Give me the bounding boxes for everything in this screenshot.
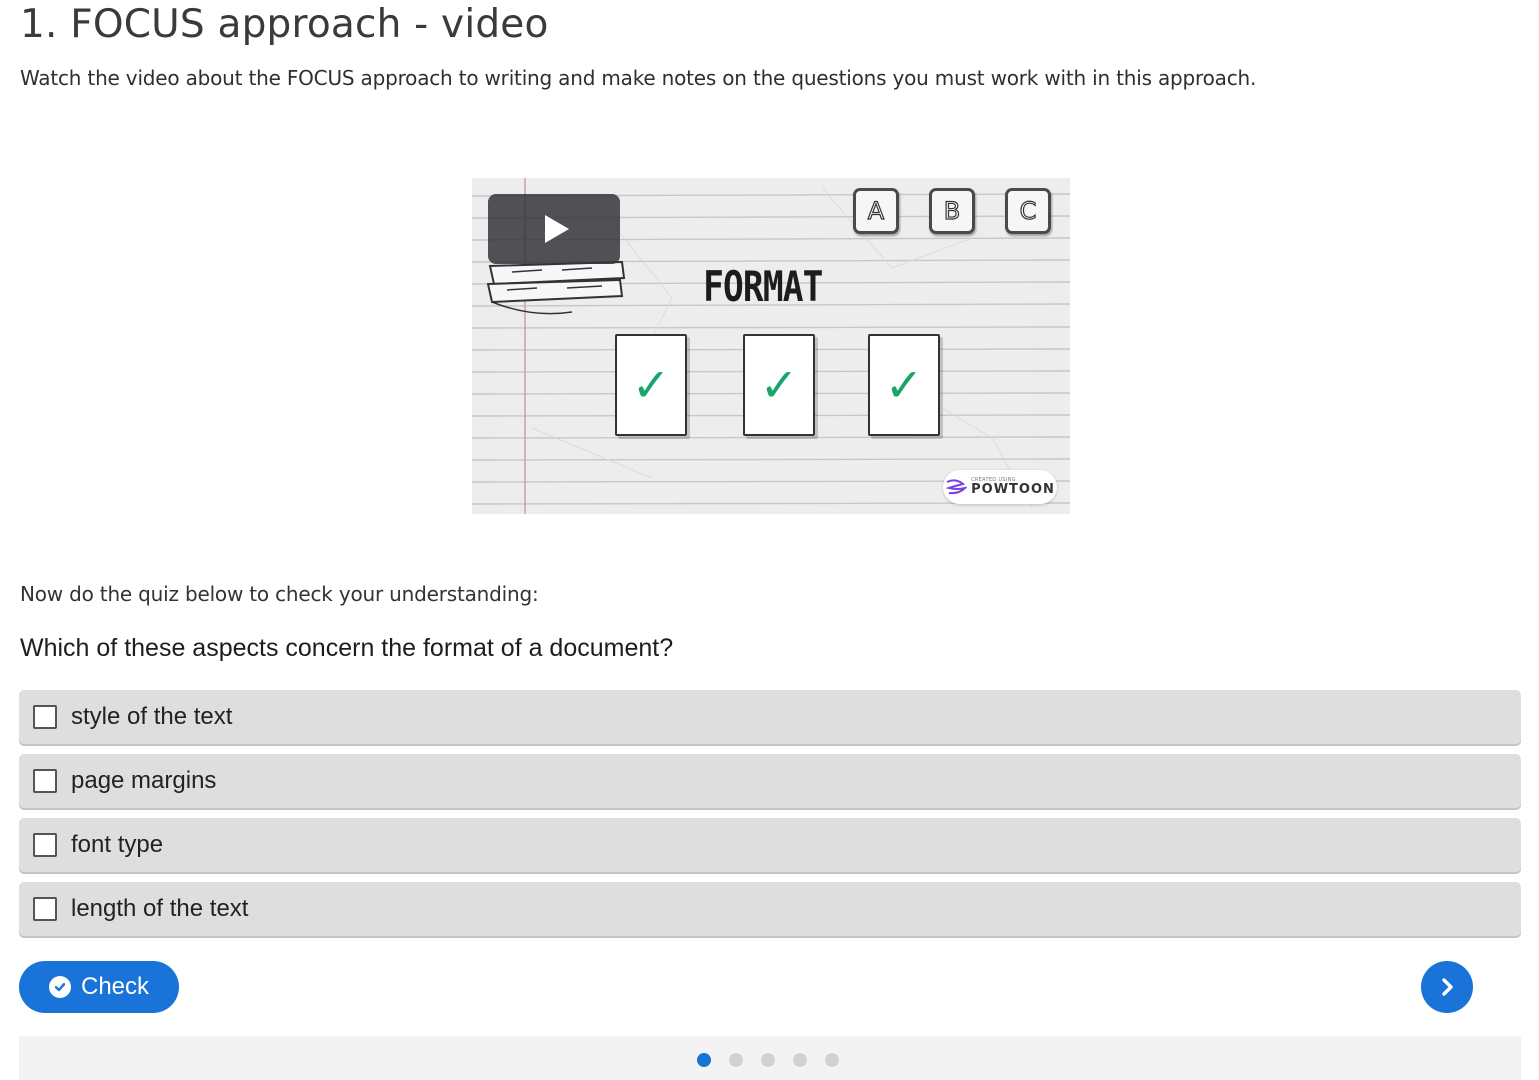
answer-label: font type xyxy=(71,831,164,858)
powtoon-watermark: CREATED USING POWTOON xyxy=(943,470,1057,504)
chevron-right-icon xyxy=(1442,978,1453,996)
pagination-dot-1[interactable] xyxy=(697,1053,711,1067)
check-mark-icon xyxy=(54,983,66,992)
answer-options: style of the text page margins font type… xyxy=(19,690,1521,946)
answer-checkbox[interactable] xyxy=(33,769,57,793)
page-title: 1. FOCUS approach - video xyxy=(20,2,549,47)
answer-label: style of the text xyxy=(71,703,233,730)
quiz-intro: Now do the quiz below to check your unde… xyxy=(20,582,539,606)
pagination-dot-2[interactable] xyxy=(729,1053,743,1067)
checkmark-icon: ✓ xyxy=(759,358,799,412)
pagination-dot-3[interactable] xyxy=(761,1053,775,1067)
powtoon-logo-icon xyxy=(945,479,968,495)
answer-checkbox[interactable] xyxy=(33,705,57,729)
check-button-label: Check xyxy=(80,973,150,1000)
pagination-dot-5[interactable] xyxy=(825,1053,839,1067)
checkmark-card: ✓ xyxy=(615,334,687,436)
answer-option[interactable]: style of the text xyxy=(19,690,1521,744)
quiz-question: Which of these aspects concern the forma… xyxy=(20,634,674,662)
check-button[interactable]: Check xyxy=(19,961,179,1013)
answer-checkbox[interactable] xyxy=(33,897,57,921)
play-button[interactable] xyxy=(488,194,620,264)
intro-text: Watch the video about the FOCUS approach… xyxy=(20,66,1257,90)
checkmark-card: ✓ xyxy=(743,334,815,436)
check-circle-icon xyxy=(48,976,71,998)
play-icon xyxy=(545,215,569,243)
pagination-dot-4[interactable] xyxy=(793,1053,807,1067)
answer-option[interactable]: page margins xyxy=(19,754,1521,808)
option-c-badge: C xyxy=(1005,188,1051,234)
checkmark-icon: ✓ xyxy=(884,358,924,412)
next-button[interactable] xyxy=(1421,961,1473,1013)
pagination xyxy=(697,1053,839,1067)
option-b-badge: B xyxy=(929,188,975,234)
answer-option[interactable]: length of the text xyxy=(19,882,1521,936)
answer-label: length of the text xyxy=(71,895,249,922)
answer-checkbox[interactable] xyxy=(33,833,57,857)
video-headline: FORMAT xyxy=(703,262,823,311)
checkmark-card: ✓ xyxy=(868,334,940,436)
option-a-badge: A xyxy=(853,188,899,234)
answer-label: page margins xyxy=(71,767,217,794)
video-player[interactable]: A B C FORMAT ✓ ✓ ✓ CREATED USING POWTOON xyxy=(472,178,1070,514)
answer-option[interactable]: font type xyxy=(19,818,1521,872)
checkmark-icon: ✓ xyxy=(631,358,671,412)
powtoon-name: POWTOON xyxy=(971,482,1055,497)
